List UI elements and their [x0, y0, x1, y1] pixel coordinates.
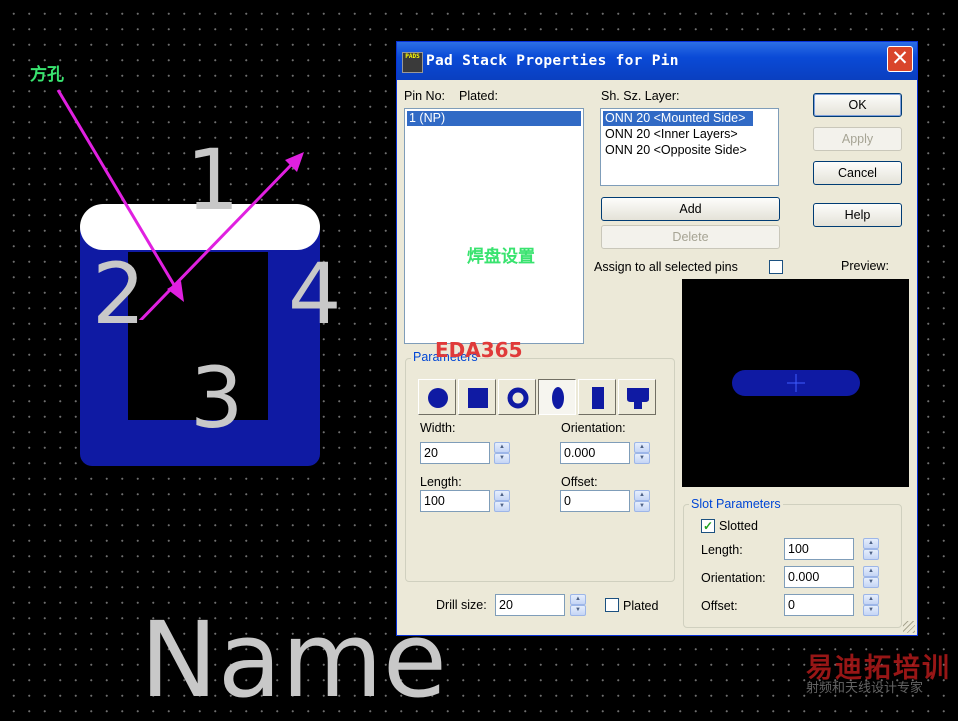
- slot-offset-label: Offset:: [701, 599, 738, 613]
- cancel-button[interactable]: Cancel: [813, 161, 902, 185]
- slot-orientation-input[interactable]: 0.000: [784, 566, 854, 588]
- offset-input[interactable]: 0: [560, 490, 630, 512]
- slot-offset-input[interactable]: 0: [784, 594, 854, 616]
- width-label: Width:: [420, 421, 456, 435]
- shape-square-button[interactable]: [458, 379, 496, 415]
- dialog-title: Pad Stack Properties for Pin: [426, 53, 679, 69]
- length-input[interactable]: 100: [420, 490, 490, 512]
- close-button[interactable]: ✕: [887, 46, 913, 72]
- assign-all-checkbox[interactable]: [769, 260, 783, 274]
- square-shape-icon: [468, 388, 488, 408]
- annular-shape-icon: [507, 387, 529, 409]
- pad-settings-annotation: 焊盘设置: [467, 247, 535, 267]
- delete-button[interactable]: Delete: [601, 225, 780, 249]
- offset-label: Offset:: [561, 475, 598, 489]
- shape-round-button[interactable]: [418, 379, 456, 415]
- pin-list[interactable]: 1 (NP): [404, 108, 584, 344]
- drill-plated-label: Plated: [623, 599, 659, 613]
- slot-offset-spinner[interactable]: ▲ ▼: [863, 594, 879, 616]
- slotted-label: Slotted: [719, 519, 758, 533]
- pin-label-3: 3: [190, 349, 244, 447]
- offset-spinner[interactable]: ▲ ▼: [634, 490, 650, 512]
- oval-shape-icon: [552, 387, 564, 409]
- ok-button[interactable]: OK: [813, 93, 902, 117]
- rectangle-shape-icon: [592, 387, 604, 409]
- apply-button[interactable]: Apply: [813, 127, 902, 151]
- slot-length-input[interactable]: 100: [784, 538, 854, 560]
- pin-no-label: Pin No:: [404, 89, 445, 103]
- slot-orientation-spinner[interactable]: ▲ ▼: [863, 566, 879, 588]
- drill-size-spinner[interactable]: ▲ ▼: [570, 594, 586, 616]
- odd-shape-icon: [627, 388, 649, 409]
- orientation-input[interactable]: 0.000: [560, 442, 630, 464]
- layer-list-item[interactable]: ONN 20 <Inner Layers>: [603, 127, 776, 142]
- slot-length-label: Length:: [701, 543, 743, 557]
- width-spinner[interactable]: ▲ ▼: [494, 442, 510, 464]
- drill-plated-checkbox[interactable]: [605, 598, 619, 612]
- pad-shape-toolbar: [418, 379, 658, 416]
- slot-parameters-title: Slot Parameters: [689, 497, 783, 511]
- round-shape-icon: [428, 388, 448, 408]
- help-button[interactable]: Help: [813, 203, 902, 227]
- pad-stack-dialog: PADS Pad Stack Properties for Pin ✕ Pin …: [396, 41, 918, 636]
- orientation-label: Orientation:: [561, 421, 626, 435]
- shape-oval-button[interactable]: [538, 379, 576, 415]
- add-button[interactable]: Add: [601, 197, 780, 221]
- dialog-titlebar[interactable]: PADS Pad Stack Properties for Pin ✕: [397, 42, 917, 80]
- shape-odd-button[interactable]: [618, 379, 656, 415]
- watermark-tagline: 射频和天线设计专家: [806, 681, 924, 696]
- orientation-spinner[interactable]: ▲ ▼: [634, 442, 650, 464]
- pad-preview: [682, 279, 909, 487]
- slotted-checkbox[interactable]: ✓: [701, 519, 715, 533]
- shape-rectangle-button[interactable]: [578, 379, 616, 415]
- shape-annular-button[interactable]: [498, 379, 536, 415]
- layer-list-item[interactable]: ONN 20 <Opposite Side>: [603, 143, 776, 158]
- pin-list-item[interactable]: 1 (NP): [407, 111, 581, 126]
- resize-grip[interactable]: [903, 621, 915, 633]
- close-icon: ✕: [891, 46, 909, 70]
- width-input[interactable]: 20: [420, 442, 490, 464]
- length-spinner[interactable]: ▲ ▼: [494, 490, 510, 512]
- drill-size-input[interactable]: 20: [495, 594, 565, 616]
- assign-all-label: Assign to all selected pins: [594, 260, 738, 274]
- drill-size-label: Drill size:: [436, 598, 487, 612]
- length-label: Length:: [420, 475, 462, 489]
- slot-orientation-label: Orientation:: [701, 571, 766, 585]
- layer-list-label: Sh. Sz. Layer:: [601, 89, 680, 103]
- slot-length-spinner[interactable]: ▲ ▼: [863, 538, 879, 560]
- annotation-arrow: [56, 89, 304, 320]
- plated-column-label: Plated:: [459, 89, 498, 103]
- layer-list[interactable]: ONN 20 <Mounted Side> ONN 20 <Inner Laye…: [600, 108, 779, 186]
- eda365-watermark: EDA365: [435, 338, 523, 362]
- preview-label: Preview:: [841, 259, 889, 273]
- pads-app-icon: PADS: [402, 52, 423, 73]
- layer-list-item[interactable]: ONN 20 <Mounted Side>: [603, 111, 753, 126]
